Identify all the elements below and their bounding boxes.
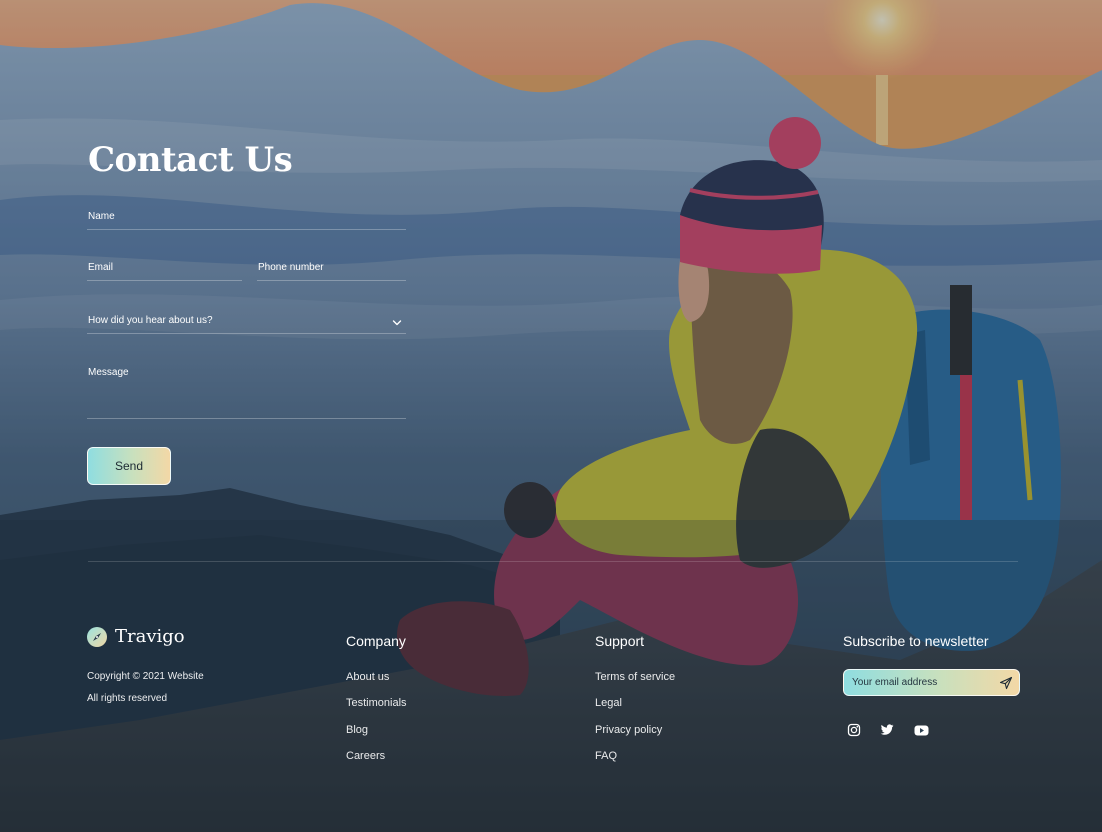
compass-icon bbox=[87, 626, 107, 647]
rights-text: All rights reserved bbox=[87, 693, 168, 704]
link-privacy[interactable]: Privacy policy bbox=[595, 724, 662, 736]
name-label: Name bbox=[88, 211, 115, 222]
email-field[interactable]: Email bbox=[87, 260, 242, 281]
link-legal[interactable]: Legal bbox=[595, 697, 622, 709]
link-faq[interactable]: FAQ bbox=[595, 750, 617, 762]
link-terms[interactable]: Terms of service bbox=[595, 671, 675, 683]
name-field[interactable]: Name bbox=[87, 209, 406, 230]
email-label: Email bbox=[88, 262, 114, 273]
brand-name: Travigo bbox=[115, 626, 185, 647]
company-heading: Company bbox=[346, 633, 406, 649]
youtube-icon[interactable] bbox=[912, 721, 930, 739]
newsletter-form bbox=[843, 669, 1020, 696]
instagram-icon[interactable] bbox=[845, 721, 863, 739]
footer-divider bbox=[88, 561, 1018, 562]
newsletter-email-input[interactable] bbox=[852, 677, 999, 688]
message-field[interactable]: Message bbox=[87, 365, 406, 419]
brand-logo[interactable]: Travigo bbox=[87, 626, 185, 647]
message-label: Message bbox=[88, 367, 129, 378]
source-select[interactable]: How did you hear about us? bbox=[87, 312, 406, 334]
phone-label: Phone number bbox=[258, 262, 324, 273]
chevron-down-icon bbox=[392, 320, 402, 326]
link-blog[interactable]: Blog bbox=[346, 724, 368, 736]
support-heading: Support bbox=[595, 633, 645, 649]
link-about-us[interactable]: About us bbox=[346, 671, 389, 683]
newsletter-heading: Subscribe to newsletter bbox=[843, 633, 989, 649]
twitter-icon[interactable] bbox=[878, 721, 896, 739]
link-testimonials[interactable]: Testimonials bbox=[346, 697, 407, 709]
copyright-text: Copyright © 2021 Website bbox=[87, 671, 204, 682]
contact-title: Contact Us bbox=[88, 140, 293, 180]
phone-field[interactable]: Phone number bbox=[257, 260, 406, 281]
paper-plane-icon[interactable] bbox=[999, 676, 1013, 690]
source-placeholder: How did you hear about us? bbox=[88, 315, 213, 326]
link-careers[interactable]: Careers bbox=[346, 750, 385, 762]
send-button[interactable]: Send bbox=[87, 447, 171, 485]
